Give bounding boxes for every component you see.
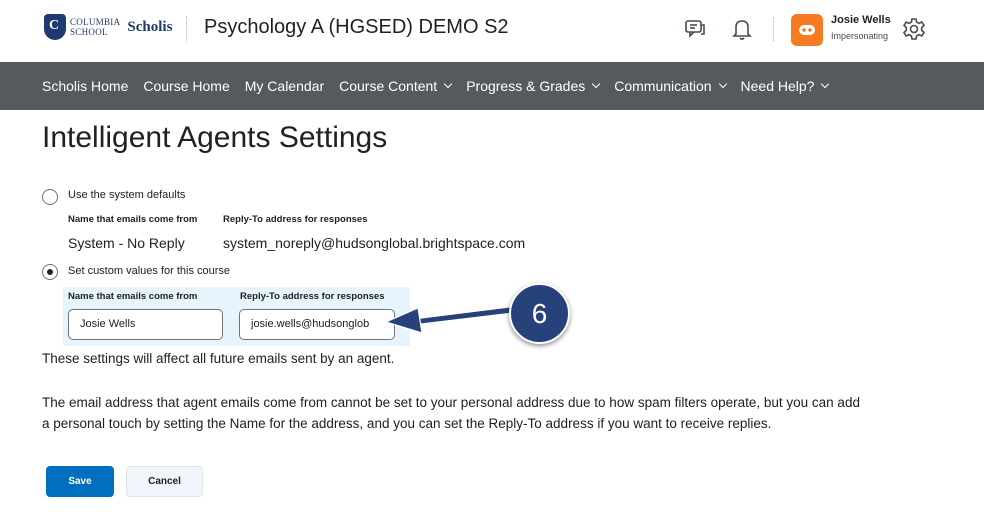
step-badge: 6 — [509, 283, 570, 344]
nav-my-calendar[interactable]: My Calendar — [245, 78, 324, 94]
chevron-down-icon — [443, 79, 453, 89]
course-navbar: Scholis Home Course Home My Calendar Cou… — [0, 62, 984, 110]
nav-course-home[interactable]: Course Home — [143, 78, 229, 94]
crest-icon — [44, 14, 66, 40]
logo-school-name: COLUMBIA SCHOOL — [70, 17, 121, 37]
header-separator — [773, 17, 774, 41]
gear-icon[interactable] — [901, 16, 927, 42]
system-name-value: System - No Reply — [68, 235, 185, 251]
header-divider — [186, 16, 187, 42]
course-title[interactable]: Psychology A (HGSED) DEMO S2 — [204, 16, 509, 39]
top-header: COLUMBIA SCHOOL Scholis Psychology A (HG… — [0, 0, 984, 62]
system-reply-value: system_noreply@hudsonglobal.brightspace.… — [223, 235, 526, 251]
nav-course-content[interactable]: Course Content — [339, 78, 453, 94]
chat-icon[interactable] — [682, 16, 708, 42]
page-title: Intelligent Agents Settings — [42, 121, 388, 154]
nav-scholis-home[interactable]: Scholis Home — [42, 78, 128, 94]
nav-need-help[interactable]: Need Help? — [741, 78, 830, 94]
reply-to-input[interactable]: josie.wells@hudsonglob — [239, 309, 395, 340]
avatar[interactable] — [791, 14, 823, 46]
cancel-button[interactable]: Cancel — [126, 466, 203, 497]
system-defaults-radio[interactable] — [42, 189, 58, 205]
sender-name-input[interactable]: Josie Wells — [68, 309, 223, 340]
bell-icon[interactable] — [729, 16, 755, 42]
chevron-down-icon — [821, 79, 830, 89]
info-line-1: The email address that agent emails come… — [42, 395, 860, 410]
chevron-down-icon — [592, 79, 601, 89]
custom-name-header: Name that emails come from — [68, 291, 198, 302]
user-role: Impersonating — [831, 31, 889, 41]
user-name[interactable]: Josie Wells — [831, 14, 891, 26]
settings-note: These settings will affect all future em… — [42, 351, 395, 366]
custom-reply-header: Reply-To address for responses — [240, 291, 385, 302]
system-defaults-label[interactable]: Use the system defaults — [68, 189, 185, 201]
chevron-down-icon — [718, 79, 727, 89]
logo-brand: Scholis — [127, 18, 173, 35]
nav-communication[interactable]: Communication — [614, 78, 727, 94]
custom-values-radio[interactable] — [42, 264, 58, 280]
nav-progress-grades[interactable]: Progress & Grades — [466, 78, 601, 94]
system-name-header: Name that emails come from — [68, 214, 198, 225]
school-logo[interactable]: COLUMBIA SCHOOL Scholis — [44, 14, 172, 40]
mask-icon — [799, 25, 815, 35]
system-reply-header: Reply-To address for responses — [223, 214, 368, 225]
custom-values-label[interactable]: Set custom values for this course — [68, 265, 230, 277]
info-line-2: a personal touch by setting the Name for… — [42, 416, 772, 431]
save-button[interactable]: Save — [46, 466, 114, 497]
annotation-arrow — [384, 306, 513, 334]
